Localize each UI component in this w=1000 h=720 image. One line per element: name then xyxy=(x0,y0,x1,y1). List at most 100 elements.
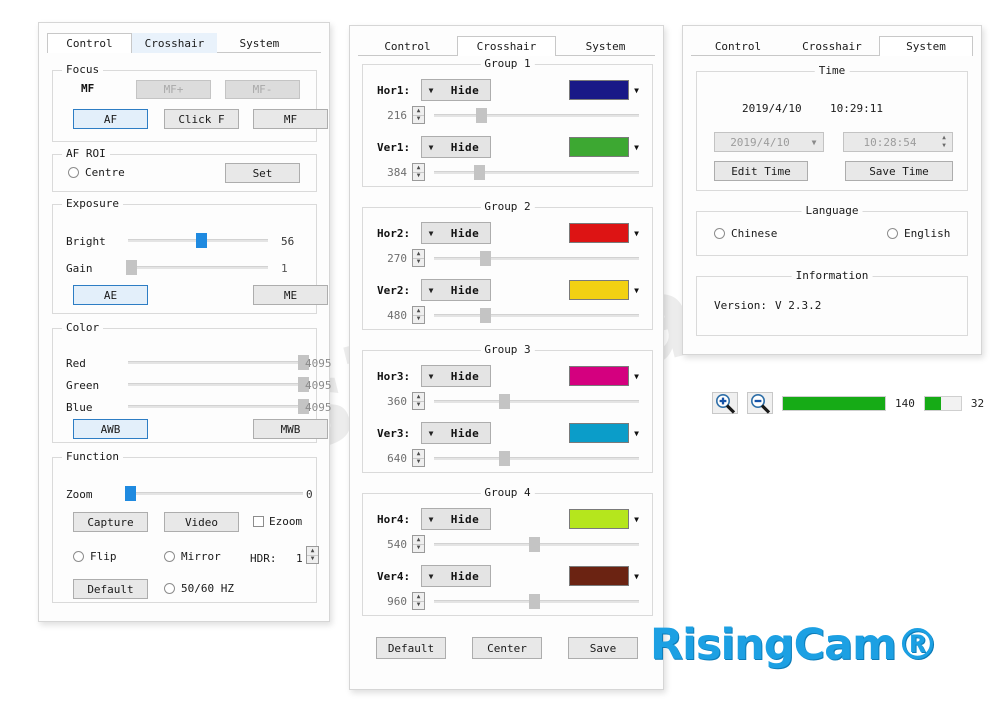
crosshair-visibility-dropdown[interactable]: ▼ Hide xyxy=(421,136,491,158)
slider-thumb[interactable] xyxy=(529,537,541,552)
crosshair-position-slider[interactable] xyxy=(434,394,639,409)
tab-system[interactable]: System xyxy=(217,33,302,53)
slider-thumb[interactable] xyxy=(480,251,492,266)
spinner-up-icon[interactable]: ▲ xyxy=(307,547,318,556)
slider-thumb[interactable] xyxy=(125,260,137,275)
crosshair-position-slider[interactable] xyxy=(434,537,639,552)
crosshair-position-slider[interactable] xyxy=(434,165,639,180)
crosshair-color-swatch[interactable] xyxy=(569,223,630,243)
chevron-down-icon[interactable]: ▼ xyxy=(634,515,639,524)
crosshair-position-slider[interactable] xyxy=(434,451,639,466)
spinner-up-icon[interactable]: ▲ xyxy=(413,450,424,459)
crosshair-color-swatch[interactable] xyxy=(569,80,630,100)
zoom-out-icon[interactable] xyxy=(747,392,773,414)
chevron-down-icon[interactable]: ▼ xyxy=(422,286,440,295)
spinner-up-icon[interactable]: ▲ xyxy=(413,593,424,602)
spinner-down-icon[interactable]: ▼ xyxy=(413,173,424,181)
spinner-up-icon[interactable]: ▲ xyxy=(413,250,424,259)
spinner-down-icon[interactable]: ▼ xyxy=(307,556,318,564)
crosshair-color-swatch[interactable] xyxy=(569,566,630,586)
chevron-down-icon[interactable]: ▼ xyxy=(634,229,639,238)
zoom-level-bar-secondary[interactable] xyxy=(923,395,962,411)
crosshair-position-spinner[interactable]: ▲ ▼ xyxy=(412,392,425,410)
crosshair-visibility-dropdown[interactable]: ▼ Hide xyxy=(421,222,491,244)
flip-radio[interactable]: Flip xyxy=(73,550,117,563)
chevron-down-icon[interactable]: ▼ xyxy=(634,86,639,95)
slider-thumb[interactable] xyxy=(474,165,486,180)
edit-time-button[interactable]: Edit Time xyxy=(714,161,808,181)
mwb-button[interactable]: MWB xyxy=(253,419,328,439)
chevron-down-icon[interactable]: ▼ xyxy=(634,286,639,295)
mirror-radio[interactable]: Mirror xyxy=(164,550,221,563)
spinner-down-icon[interactable]: ▼ xyxy=(413,545,424,553)
slider-thumb[interactable] xyxy=(529,594,541,609)
af-roi-centre-radio[interactable]: Centre xyxy=(68,166,125,179)
click-f-button[interactable]: Click F xyxy=(164,109,239,129)
default-button[interactable]: Default xyxy=(73,579,148,599)
ezoom-checkbox[interactable]: Ezoom xyxy=(253,515,302,528)
red-slider[interactable] xyxy=(128,355,309,370)
zoom-level-bar-primary[interactable] xyxy=(782,395,886,411)
crosshair-position-spinner[interactable]: ▲ ▼ xyxy=(412,592,425,610)
slider-thumb[interactable] xyxy=(195,233,207,248)
crosshair-position-slider[interactable] xyxy=(434,308,639,323)
crosshair-color-swatch[interactable] xyxy=(569,280,630,300)
spinner-up-icon[interactable]: ▲ xyxy=(413,536,424,545)
hz-radio[interactable]: 50/60 HZ xyxy=(164,582,234,595)
video-button[interactable]: Video xyxy=(164,512,239,532)
crosshair-position-spinner[interactable]: ▲ ▼ xyxy=(412,249,425,267)
spinner-down-icon[interactable]: ▼ xyxy=(413,402,424,410)
time-picker[interactable]: 10:28:54 ▲ ▼ xyxy=(843,132,953,152)
tab-control[interactable]: Control xyxy=(691,36,785,56)
me-button[interactable]: ME xyxy=(253,285,328,305)
crosshair-position-spinner[interactable]: ▲ ▼ xyxy=(412,306,425,324)
slider-thumb[interactable] xyxy=(498,451,510,466)
spinner-up-icon[interactable]: ▲ xyxy=(413,107,424,116)
slider-thumb[interactable] xyxy=(480,308,492,323)
crosshair-color-swatch[interactable] xyxy=(569,509,630,529)
chevron-down-icon[interactable]: ▼ xyxy=(422,515,440,524)
chevron-down-icon[interactable]: ▼ xyxy=(805,138,823,147)
chevron-down-icon[interactable]: ▼ xyxy=(422,429,440,438)
spinner-down-icon[interactable]: ▼ xyxy=(936,142,952,150)
gain-slider[interactable] xyxy=(125,260,268,275)
crosshair-position-spinner[interactable]: ▲ ▼ xyxy=(412,106,425,124)
spinner-down-icon[interactable]: ▼ xyxy=(413,459,424,467)
chevron-down-icon[interactable]: ▼ xyxy=(422,372,440,381)
tab-system[interactable]: System xyxy=(878,36,973,56)
mf-button[interactable]: MF xyxy=(253,109,328,129)
zoom-slider[interactable] xyxy=(124,486,303,501)
crosshair-position-spinner[interactable]: ▲ ▼ xyxy=(412,163,425,181)
language-english-radio[interactable]: English xyxy=(887,227,950,240)
slider-thumb[interactable] xyxy=(124,486,136,501)
crosshair-center-button[interactable]: Center xyxy=(472,637,542,659)
tab-control[interactable]: Control xyxy=(47,33,132,53)
set-button[interactable]: Set xyxy=(225,163,300,183)
crosshair-save-button[interactable]: Save xyxy=(568,637,638,659)
green-slider[interactable] xyxy=(128,377,309,392)
af-button[interactable]: AF xyxy=(73,109,148,129)
slider-thumb[interactable] xyxy=(476,108,488,123)
tab-crosshair[interactable]: Crosshair xyxy=(131,33,217,53)
spinner-up-icon[interactable]: ▲ xyxy=(413,393,424,402)
date-picker[interactable]: 2019/4/10 ▼ xyxy=(714,132,824,152)
bright-slider[interactable] xyxy=(128,233,268,248)
tab-crosshair[interactable]: Crosshair xyxy=(785,36,879,56)
chevron-down-icon[interactable]: ▼ xyxy=(634,429,639,438)
chevron-down-icon[interactable]: ▼ xyxy=(422,572,440,581)
tab-system[interactable]: System xyxy=(556,36,655,56)
spinner-down-icon[interactable]: ▼ xyxy=(413,602,424,610)
chevron-down-icon[interactable]: ▼ xyxy=(422,229,440,238)
crosshair-position-spinner[interactable]: ▲ ▼ xyxy=(412,535,425,553)
tab-control[interactable]: Control xyxy=(358,36,457,56)
crosshair-color-swatch[interactable] xyxy=(569,423,630,443)
time-spinner[interactable]: ▲ ▼ xyxy=(936,134,952,150)
crosshair-visibility-dropdown[interactable]: ▼ Hide xyxy=(421,508,491,530)
spinner-up-icon[interactable]: ▲ xyxy=(936,134,952,142)
chevron-down-icon[interactable]: ▼ xyxy=(634,143,639,152)
ae-button[interactable]: AE xyxy=(73,285,148,305)
hdr-spinner[interactable]: ▲ ▼ xyxy=(306,546,319,564)
crosshair-position-slider[interactable] xyxy=(434,594,639,609)
spinner-down-icon[interactable]: ▼ xyxy=(413,116,424,124)
language-chinese-radio[interactable]: Chinese xyxy=(714,227,777,240)
